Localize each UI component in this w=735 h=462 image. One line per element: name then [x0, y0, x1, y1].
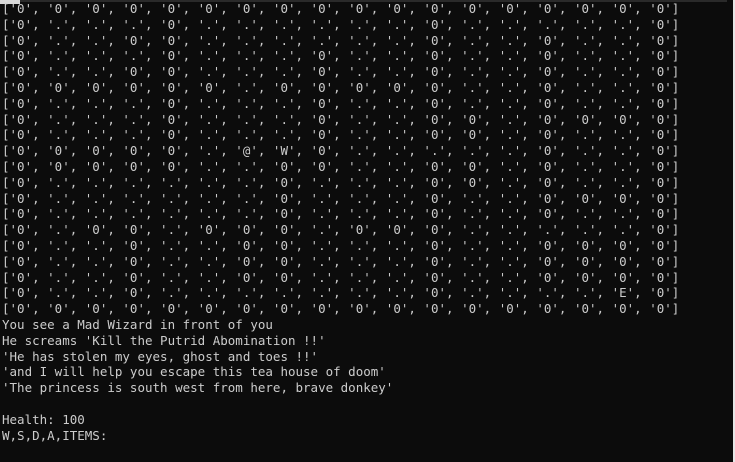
game-map: ['0', '0', '0', '0', '0', '0', '0', '0',… [2, 1, 725, 317]
map-row: ['0', '0', '0', '0', '0', '.', '.', '0',… [2, 158, 680, 174]
message-line: 'and I will help you escape this tea hou… [2, 364, 386, 380]
health-readout: Health: 100 [2, 411, 85, 427]
text-cursor [107, 428, 114, 440]
map-row: ['0', '.', '.', '0', '0', '.', '.', '.',… [2, 32, 680, 48]
command-prompt[interactable]: W,S,D,A,ITEMS: [2, 428, 725, 444]
map-row: ['0', '0', '0', '0', '0', '0', '.', '0',… [2, 79, 680, 95]
message-line: 'He has stolen my eyes, ghost and toes !… [2, 348, 319, 364]
map-row: ['0', '.', '.', '.', '0', '.', '.', '.',… [2, 111, 680, 127]
message-line: You see a Mad Wizard in front of you [2, 316, 273, 332]
map-row: ['0', '.', '.', '0', '.', '.', '0', '0',… [2, 253, 680, 269]
console-output: ['0', '0', '0', '0', '0', '0', '0', '0',… [2, 1, 725, 462]
map-row-exit: ['0', '.', '.', '0', '.', '.', '.', '.',… [2, 285, 680, 301]
map-row: ['0', '.', '.', '0', '.', '.', '0', '0',… [2, 269, 680, 285]
command-prompt-label: W,S,D,A,ITEMS: [2, 427, 108, 443]
scrollbar[interactable] [727, 0, 735, 462]
map-row: ['0', '.', '.', '.', '.', '.', '.', '0',… [2, 190, 680, 206]
message-log: You see a Mad Wizard in front of you He … [2, 317, 725, 412]
map-row: ['0', '.', '.', '.', '0', '.', '.', '.',… [2, 48, 680, 64]
map-row: ['0', '.', '.', '.', '.', '.', '.', '0',… [2, 174, 680, 190]
map-row: ['0', '.', '.', '.', '.', '.', '.', '0',… [2, 206, 680, 222]
map-row: ['0', '.', '.', '.', '0', '.', '.', '.',… [2, 127, 680, 143]
map-row: ['0', '0', '0', '0', '0', '0', '0', '0',… [2, 301, 680, 317]
message-line: 'The princess is south west from here, b… [2, 380, 394, 396]
map-row: ['0', '.', '.', '0', '.', '.', '0', '0',… [2, 237, 680, 253]
terminal-window: { "map_rows": [ "['0', '0', '0', '0', '0… [0, 0, 735, 462]
map-row: ['0', '.', '0', '0', '.', '0', '0', '0',… [2, 222, 680, 238]
map-row: ['0', '0', '0', '0', '0', '0', '0', '0',… [2, 1, 680, 16]
map-row: ['0', '.', '.', '.', '0', '.', '.', '.',… [2, 16, 680, 32]
map-row: ['0', '.', '.', '.', '0', '.', '.', '.',… [2, 95, 680, 111]
message-line: He screams 'Kill the Putrid Abomination … [2, 332, 326, 348]
map-row: ['0', '.', '.', '0', '0', '.', '.', '.',… [2, 64, 680, 80]
map-row-player: ['0', '0', '0', '0', '0', '.', '@', 'W',… [2, 143, 680, 159]
status-area: Health: 100 W,S,D,A,ITEMS: [2, 412, 725, 444]
